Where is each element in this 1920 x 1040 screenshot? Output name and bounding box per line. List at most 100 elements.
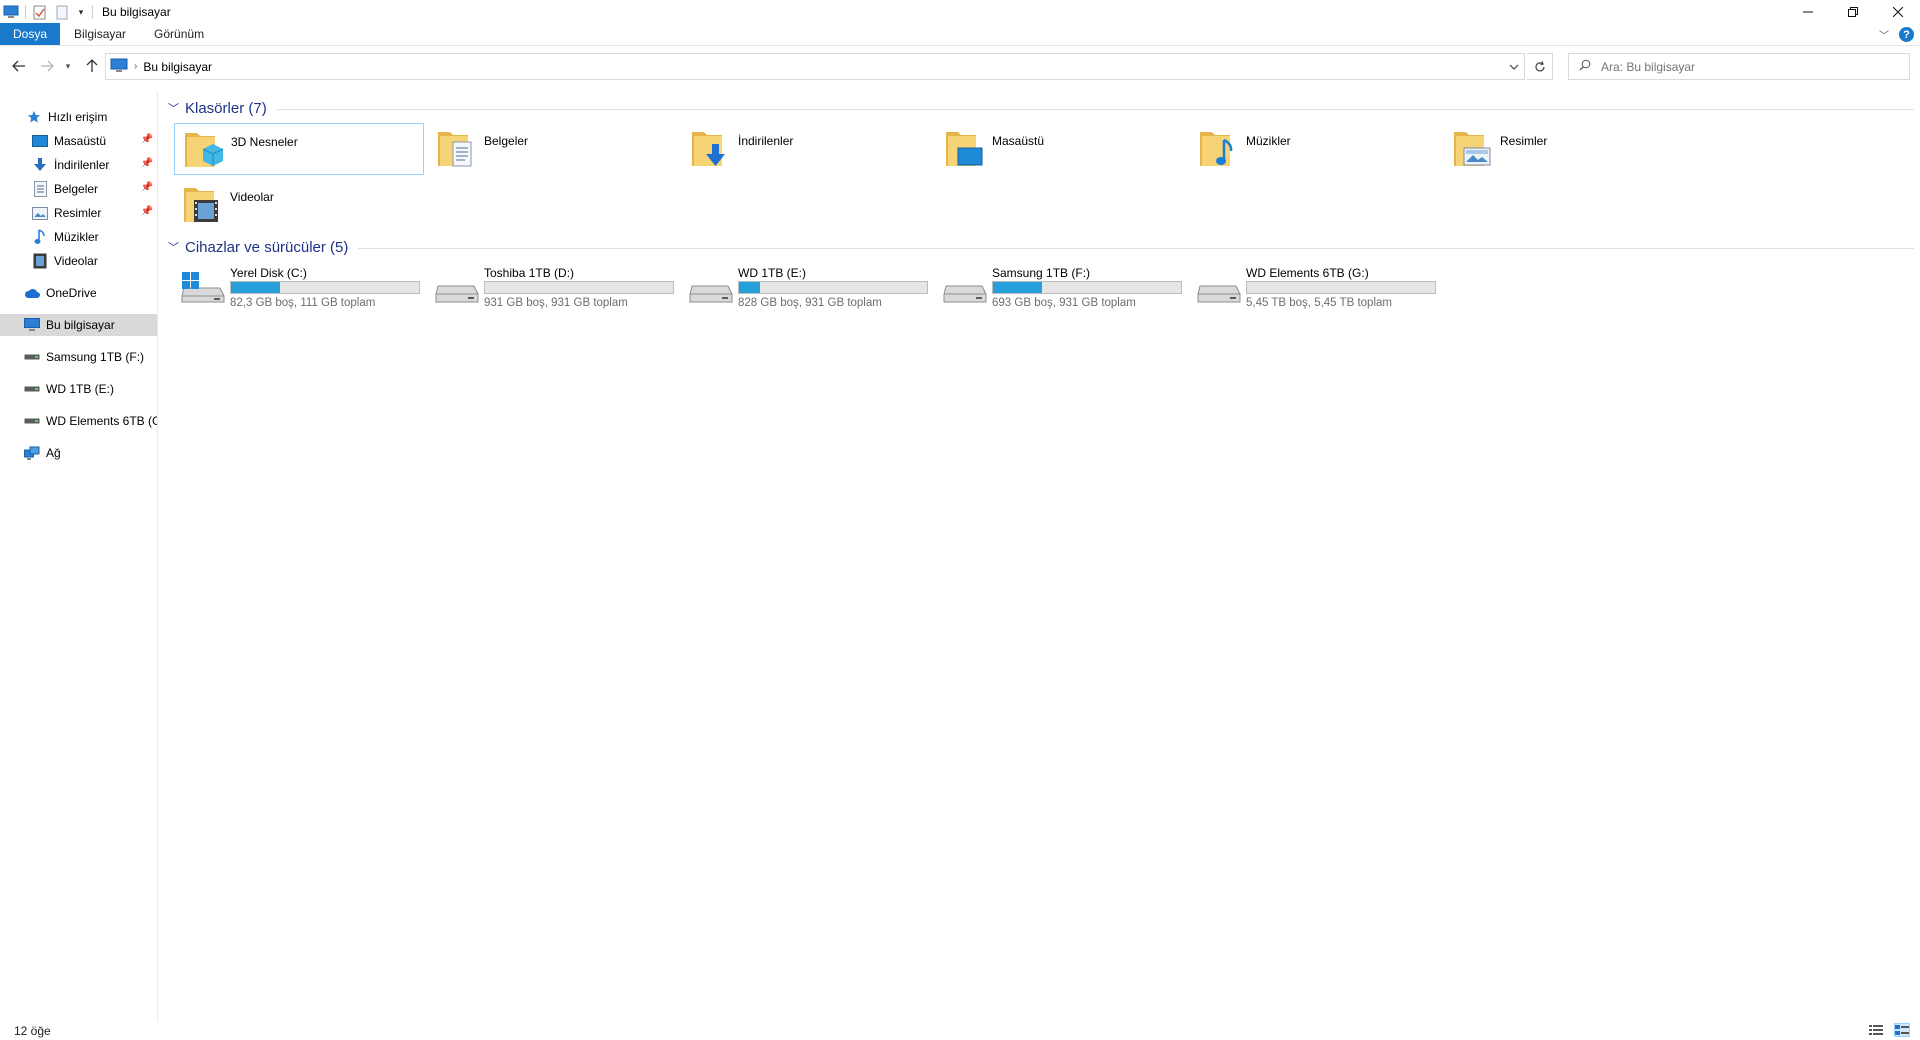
up-button[interactable] <box>83 57 101 75</box>
help-icon[interactable]: ? <box>1899 27 1914 42</box>
tab-gorunum[interactable]: Görünüm <box>140 23 218 45</box>
folder-masaustu[interactable]: Masaüstü <box>936 123 1186 175</box>
new-folder-icon[interactable] <box>54 4 70 20</box>
nav-drive-wd[interactable]: WD 1TB (E:) <box>0 378 157 400</box>
ribbon-tab-bar: Dosya Bilgisayar Görünüm ﹀ ? <box>0 23 1920 46</box>
drive-label: Yerel Disk (C:) <box>230 266 307 280</box>
pictures-folder-icon <box>1452 126 1494 172</box>
breadcrumb-separator-icon[interactable]: › <box>134 61 137 72</box>
folder-label: Resimler <box>1500 134 1548 148</box>
nav-quick-access[interactable]: Hızlı erişim <box>0 106 157 128</box>
drive-g[interactable]: WD Elements 6TB (G:) 5,45 TB boş, 5,45 T… <box>1194 262 1444 310</box>
drive-icon <box>1196 272 1242 304</box>
drive-usage-bar <box>738 281 928 294</box>
drive-usage-bar <box>230 281 420 294</box>
group-divider <box>276 108 1914 110</box>
drive-info: 82,3 GB boş, 111 GB toplam <box>230 297 376 309</box>
properties-icon[interactable] <box>32 4 48 20</box>
address-bar[interactable]: › Bu bilgisayar <box>105 53 1525 80</box>
tab-bilgisayar[interactable]: Bilgisayar <box>60 23 140 45</box>
folder-indirilenler[interactable]: İndirilenler <box>682 123 932 175</box>
nav-label: OneDrive <box>46 286 97 300</box>
videos-folder-icon <box>182 182 224 228</box>
drive-icon <box>24 413 40 429</box>
drive-icon <box>688 272 734 304</box>
computer-icon <box>24 317 40 333</box>
drive-f[interactable]: Samsung 1TB (F:) 693 GB boş, 931 GB topl… <box>940 262 1190 310</box>
nav-label: İndirilenler <box>54 158 110 172</box>
details-view-icon[interactable] <box>1868 1023 1884 1037</box>
downloads-folder-icon <box>690 126 732 172</box>
search-box[interactable] <box>1568 53 1910 80</box>
drive-d[interactable]: Toshiba 1TB (D:) 931 GB boş, 931 GB topl… <box>432 262 682 310</box>
nav-label: WD 1TB (E:) <box>46 382 114 396</box>
folder-belgeler[interactable]: Belgeler <box>428 123 678 175</box>
nav-label: Ağ <box>46 446 61 460</box>
3d-objects-folder-icon <box>183 127 225 173</box>
nav-item-indirilenler[interactable]: İndirilenler 📌 <box>0 154 157 176</box>
download-icon <box>32 157 48 173</box>
tiles-view-icon[interactable] <box>1894 1023 1910 1037</box>
expand-ribbon-chevron-icon[interactable]: ﹀ <box>1879 27 1889 42</box>
drive-c[interactable]: Yerel Disk (C:) 82,3 GB boş, 111 GB topl… <box>178 262 428 310</box>
drive-e[interactable]: WD 1TB (E:) 828 GB boş, 931 GB toplam <box>686 262 936 310</box>
toolbar-divider <box>92 5 93 19</box>
cloud-icon <box>24 285 40 301</box>
drive-icon <box>942 272 988 304</box>
pin-icon[interactable]: 📌 <box>141 158 153 169</box>
folders-group-header[interactable]: ﹀ Klasörler (7) <box>166 98 1914 118</box>
folder-label: Videolar <box>230 190 274 204</box>
drive-label: WD 1TB (E:) <box>738 266 806 280</box>
folder-videolar[interactable]: Videolar <box>174 179 424 231</box>
folder-3d-nesneler[interactable]: 3D Nesneler <box>174 123 424 175</box>
view-switcher <box>1868 1023 1910 1037</box>
documents-icon <box>32 181 48 197</box>
customize-toolbar-chevron-icon[interactable]: ▾ <box>76 4 86 20</box>
minimize-button[interactable] <box>1785 0 1830 24</box>
desktop-icon <box>32 133 48 149</box>
title-bar: ▾ Bu bilgisayar <box>0 0 1920 24</box>
restore-button[interactable] <box>1830 0 1875 24</box>
drive-info: 5,45 TB boş, 5,45 TB toplam <box>1246 297 1392 309</box>
recent-locations-chevron-icon[interactable]: ▾ <box>62 57 74 75</box>
tab-dosya[interactable]: Dosya <box>0 23 61 45</box>
folder-label: Belgeler <box>484 134 529 148</box>
pictures-icon <box>32 205 48 221</box>
folder-muzikler[interactable]: Müzikler <box>1190 123 1440 175</box>
drive-icon <box>24 381 40 397</box>
back-button[interactable] <box>10 57 28 75</box>
nav-item-muzikler[interactable]: Müzikler <box>0 226 157 248</box>
address-history-chevron-icon[interactable] <box>1504 54 1524 79</box>
breadcrumb-this-pc[interactable]: Bu bilgisayar <box>143 60 212 74</box>
drives-group-header[interactable]: ﹀ Cihazlar ve sürücüler (5) <box>166 237 1914 257</box>
nav-item-belgeler[interactable]: Belgeler 📌 <box>0 178 157 200</box>
nav-drive-samsung[interactable]: Samsung 1TB (F:) <box>0 346 157 368</box>
nav-onedrive[interactable]: OneDrive <box>0 282 157 304</box>
nav-this-pc[interactable]: Bu bilgisayar <box>0 314 157 336</box>
folder-label: İndirilenler <box>738 134 794 148</box>
collapse-chevron-icon[interactable]: ﹀ <box>168 239 179 255</box>
nav-network[interactable]: Ağ <box>0 442 157 464</box>
pin-icon[interactable]: 📌 <box>141 182 153 193</box>
navigation-bar: ▾ › Bu bilgisayar <box>0 51 1920 83</box>
search-input[interactable] <box>1601 59 1891 74</box>
pin-icon[interactable]: 📌 <box>141 206 153 217</box>
drive-usage-fill <box>739 282 760 293</box>
pin-icon[interactable]: 📌 <box>141 134 153 145</box>
nav-item-masaustu[interactable]: Masaüstü 📌 <box>0 130 157 152</box>
collapse-chevron-icon[interactable]: ﹀ <box>168 100 179 116</box>
nav-item-resimler[interactable]: Resimler 📌 <box>0 202 157 224</box>
refresh-button[interactable] <box>1527 53 1553 80</box>
drive-label: Toshiba 1TB (D:) <box>484 266 575 280</box>
close-button[interactable] <box>1875 0 1920 24</box>
drive-info: 828 GB boş, 931 GB toplam <box>738 297 882 309</box>
folder-resimler[interactable]: Resimler <box>1444 123 1694 175</box>
group-title: Cihazlar ve sürücüler (5) <box>185 238 349 256</box>
nav-item-videolar[interactable]: Videolar <box>0 250 157 272</box>
desktop-folder-icon <box>944 126 986 172</box>
status-bar: 12 öğe <box>0 1022 1920 1040</box>
drive-icon <box>434 272 480 304</box>
forward-button[interactable] <box>38 57 56 75</box>
nav-drive-wd-elements[interactable]: WD Elements 6TB (G: <box>0 410 157 432</box>
nav-label: Videolar <box>54 254 98 268</box>
